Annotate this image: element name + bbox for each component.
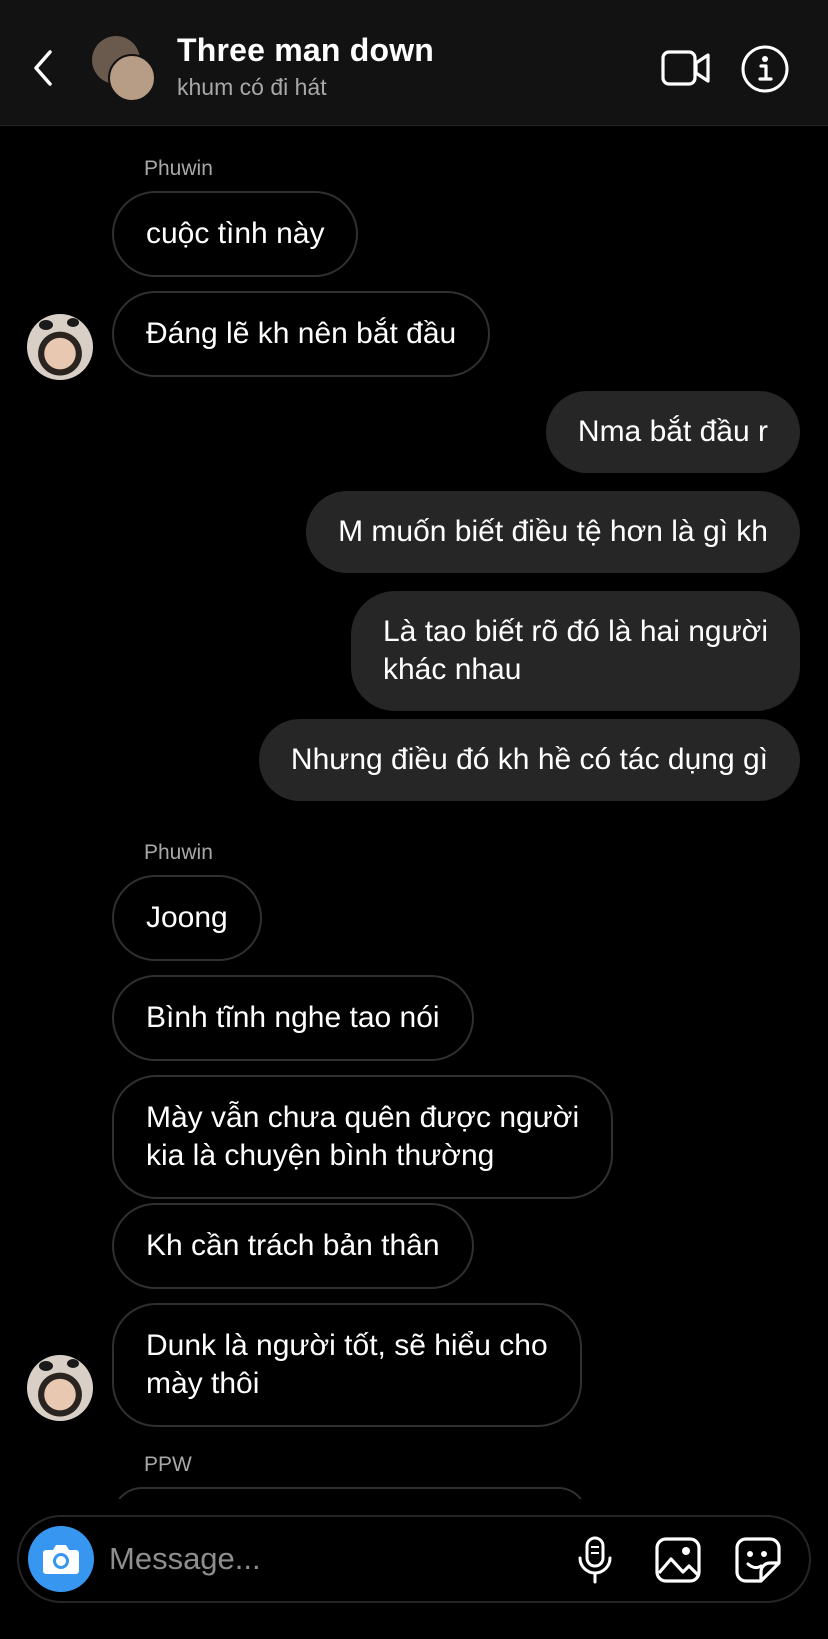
video-camera-icon [661,50,710,86]
outgoing-message[interactable]: Là tao biết rõ đó là hai người khác nhau [350,591,800,711]
outgoing-message[interactable]: Nhưng điều đó kh hề có tác dụng gì [258,719,800,801]
sender-name: Phuwin [144,157,213,180]
info-button[interactable] [740,44,790,94]
conversation-subtitle[interactable]: khum có đi hát [177,74,327,101]
incoming-message[interactable]: cuộc tình này [112,191,359,277]
voice-message-button[interactable] [575,1535,615,1585]
sticker-icon [735,1537,781,1583]
incoming-message[interactable]: Bình tĩnh nghe tao nói [112,975,474,1061]
back-button[interactable] [28,46,60,90]
video-call-button[interactable] [660,46,712,90]
incoming-message[interactable]: Mày vẫn chưa quên được người kia là chuy… [112,1075,614,1199]
message-input[interactable] [109,1535,529,1583]
group-avatar-photo-2 [108,54,156,102]
incoming-message[interactable]: Đáng lẽ kh nên bắt đầu [112,291,491,377]
incoming-message[interactable]: Dunk là người tốt, sẽ hiểu cho mày thôi [112,1303,582,1427]
incoming-message-partial[interactable] [112,1487,588,1499]
conversation-title[interactable]: Three man down [177,32,434,69]
sender-avatar[interactable] [27,314,93,380]
chat-header: Three man down khum có đi hát [0,0,828,126]
incoming-message[interactable]: Kh cần trách bản thân [112,1203,474,1289]
chevron-left-icon [34,50,52,86]
incoming-message[interactable]: Joong [112,875,262,961]
outgoing-message[interactable]: M muốn biết điều tệ hơn là gì kh [306,491,800,573]
camera-button[interactable] [28,1526,94,1592]
gallery-button[interactable] [653,1535,703,1585]
message-thread[interactable]: Phuwin cuộc tình này Đáng lẽ kh nên bắt … [0,127,828,1499]
camera-icon [43,1545,79,1574]
sender-name: PPW [144,1453,192,1476]
microphone-icon [578,1536,612,1584]
image-icon [655,1537,701,1583]
message-composer [17,1515,811,1603]
sender-avatar[interactable] [27,1355,93,1421]
sender-name: Phuwin [144,841,213,864]
group-avatar[interactable] [92,36,158,102]
sticker-button[interactable] [733,1535,783,1585]
info-icon [741,45,789,93]
outgoing-message[interactable]: Nma bắt đầu r [545,391,800,473]
